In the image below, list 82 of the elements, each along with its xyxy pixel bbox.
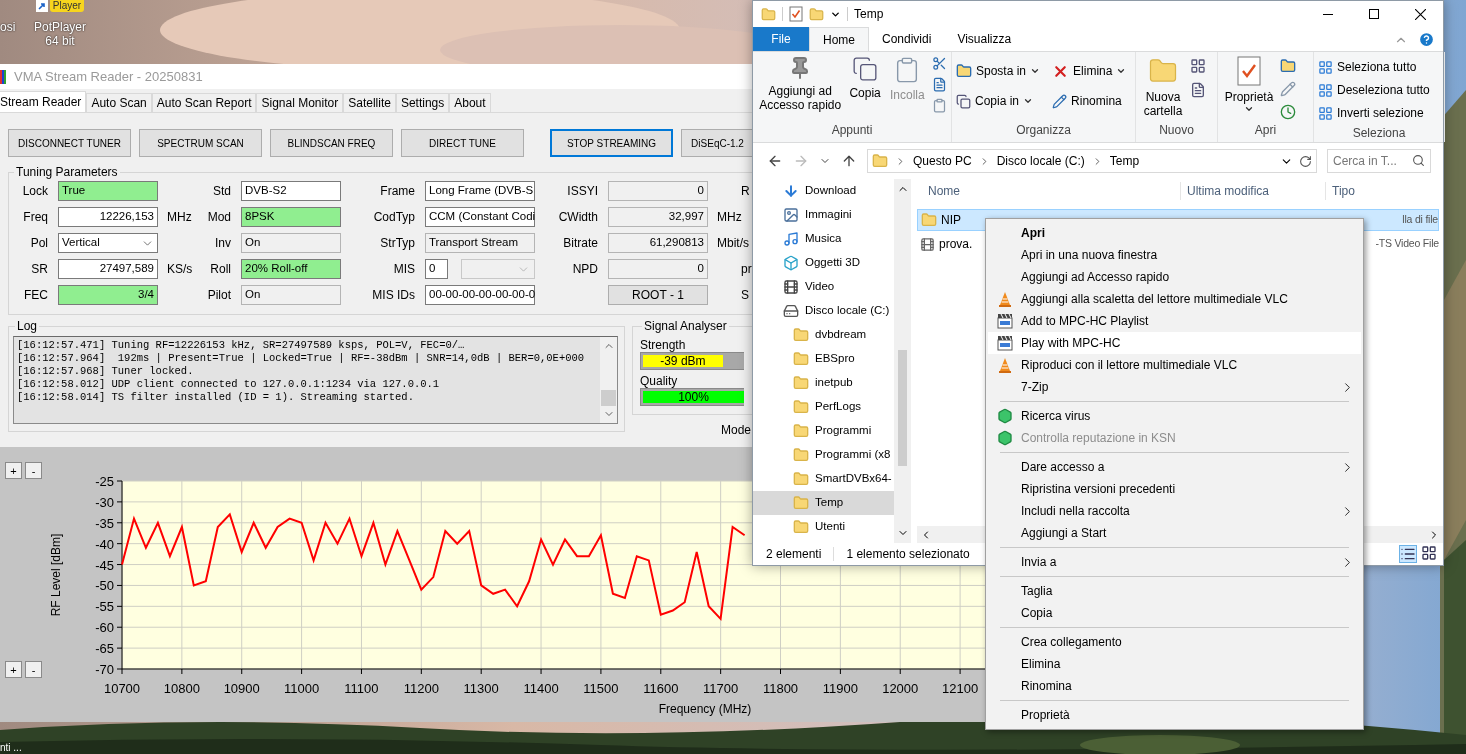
field-label: CodTyp xyxy=(373,209,415,226)
field-label: Std xyxy=(213,183,231,200)
field-label: S xyxy=(741,287,749,304)
log-line: [16:12:57.471] Tuning RF=12226153 kHz, SR=27497589 ksps, POL=V, FEC=0/… xyxy=(17,339,466,352)
desktop-icon-label: PotPlayer 64 bit xyxy=(33,20,87,48)
meter-reading: 100% xyxy=(678,389,709,406)
meter-reading: -39 dBm xyxy=(660,353,706,370)
field-label: Pol xyxy=(30,235,48,252)
field-label: Mode xyxy=(721,422,752,439)
axis-tick-label: -30 xyxy=(95,494,114,510)
axis-tick-label: 11600 xyxy=(643,681,679,696)
axis-title: RF Level [dBm] xyxy=(49,533,63,617)
window-title: VMA Stream Reader - 20250831 xyxy=(14,67,203,86)
axis-tick-label: 11500 xyxy=(583,681,619,696)
axis-tick-label: -70 xyxy=(95,662,114,677)
axis-tick-label: -40 xyxy=(95,536,114,552)
axis-tick-label: 11100 xyxy=(344,681,379,696)
status-text: 1 elemento selezionato xyxy=(846,546,970,563)
meter-label: Strength xyxy=(640,338,686,352)
group-title: Log xyxy=(16,318,39,335)
axis-tick-label: -25 xyxy=(95,474,114,489)
axis-tick-label: 11400 xyxy=(523,681,559,696)
axis-tick-label: 11900 xyxy=(822,681,858,696)
field-label: NPD xyxy=(572,261,598,278)
axis-tick-label: -65 xyxy=(95,641,114,657)
log-line: [16:12:58.012] UDP client connected to 127.0.0.1:1234 via 127.0.0.1 xyxy=(17,378,441,391)
meter-label: Quality xyxy=(640,374,678,388)
ribbon-group-label: Appunti xyxy=(830,122,874,139)
field-label: StrTyp xyxy=(380,235,415,252)
field-label: Inv xyxy=(215,235,231,252)
field-label: FEC xyxy=(24,287,48,304)
window-title: Temp xyxy=(854,6,884,23)
unit-label: KS/s xyxy=(167,261,193,278)
axis-tick-label: -45 xyxy=(95,557,114,573)
axis-tick-label: 12000 xyxy=(882,681,919,696)
field-label: SR xyxy=(31,261,48,278)
file-name: NIP xyxy=(941,212,961,229)
file-name: prova. xyxy=(939,236,973,253)
log-line: [16:12:58.014] TS filter installed (ID = 1). Streaming started. xyxy=(17,391,415,404)
group-title: Tuning Parameters xyxy=(15,164,119,181)
field-label: Lock xyxy=(22,183,48,200)
axis-tick-label: 12100 xyxy=(942,681,979,696)
field-label: Bitrate xyxy=(563,235,598,252)
unit-label: Mbit/s xyxy=(717,235,749,252)
field-label: pr xyxy=(741,261,752,278)
ribbon-group-label: Seleziona xyxy=(1351,125,1407,142)
field-label: MIS xyxy=(393,261,415,278)
field-label: ISSYI xyxy=(567,183,598,200)
status-text: 2 elementi xyxy=(766,546,822,563)
ribbon-group-label: Nuovo xyxy=(1158,122,1195,139)
field-label: Roll xyxy=(210,261,231,278)
group-title: Signal Analyser xyxy=(643,318,728,335)
field-label: CWidth xyxy=(558,209,598,226)
field-label: Freq xyxy=(23,209,48,226)
field-label: R xyxy=(741,183,750,200)
log-line: [16:12:57.964] 192ms | Present=True | Locked=True | RF=-38dBm | SNR=14,0dB | BER=0,0E+000 xyxy=(17,352,586,365)
axis-tick-label: -35 xyxy=(95,515,114,531)
field-label: Pilot xyxy=(207,287,231,304)
desktop-icon-label: osi xyxy=(0,19,16,36)
file-type: -TS Video File xyxy=(1375,236,1439,252)
ribbon-group-label: Apri xyxy=(1253,122,1278,139)
field-label: Frame xyxy=(380,183,415,200)
ribbon-group-label: Organizza xyxy=(1015,122,1072,139)
axis-tick-label: 11700 xyxy=(703,681,739,696)
axis-tick-label: 10900 xyxy=(223,681,260,696)
axis-tick-label: -60 xyxy=(95,620,114,636)
unit-label: MHz xyxy=(167,209,192,226)
axis-tick-label: 11800 xyxy=(762,681,799,696)
axis-tick-label: 10700 xyxy=(103,681,141,696)
axis-tick-label: 10800 xyxy=(163,681,200,696)
file-type: lla di file xyxy=(1402,212,1438,228)
axis-tick-label: 11300 xyxy=(463,681,499,696)
axis-tick-label: 11000 xyxy=(284,681,320,696)
axis-tick-label: 11200 xyxy=(403,681,439,696)
field-label: MIS IDs xyxy=(372,287,415,304)
taskbar-text: nti ... xyxy=(0,741,22,754)
log-line: [16:12:57.968] Tuner locked. xyxy=(17,365,195,378)
unit-label: MHz xyxy=(717,209,742,226)
field-label: Mod xyxy=(207,209,231,226)
axis-title: Frequency (MHz) xyxy=(658,702,752,716)
axis-tick-label: -55 xyxy=(95,599,114,615)
axis-tick-label: -50 xyxy=(95,578,114,594)
